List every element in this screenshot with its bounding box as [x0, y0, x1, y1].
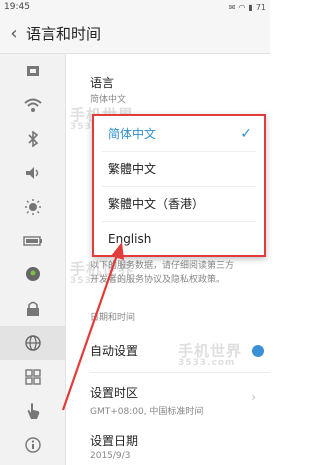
- annotation-arrow: [61, 242, 124, 411]
